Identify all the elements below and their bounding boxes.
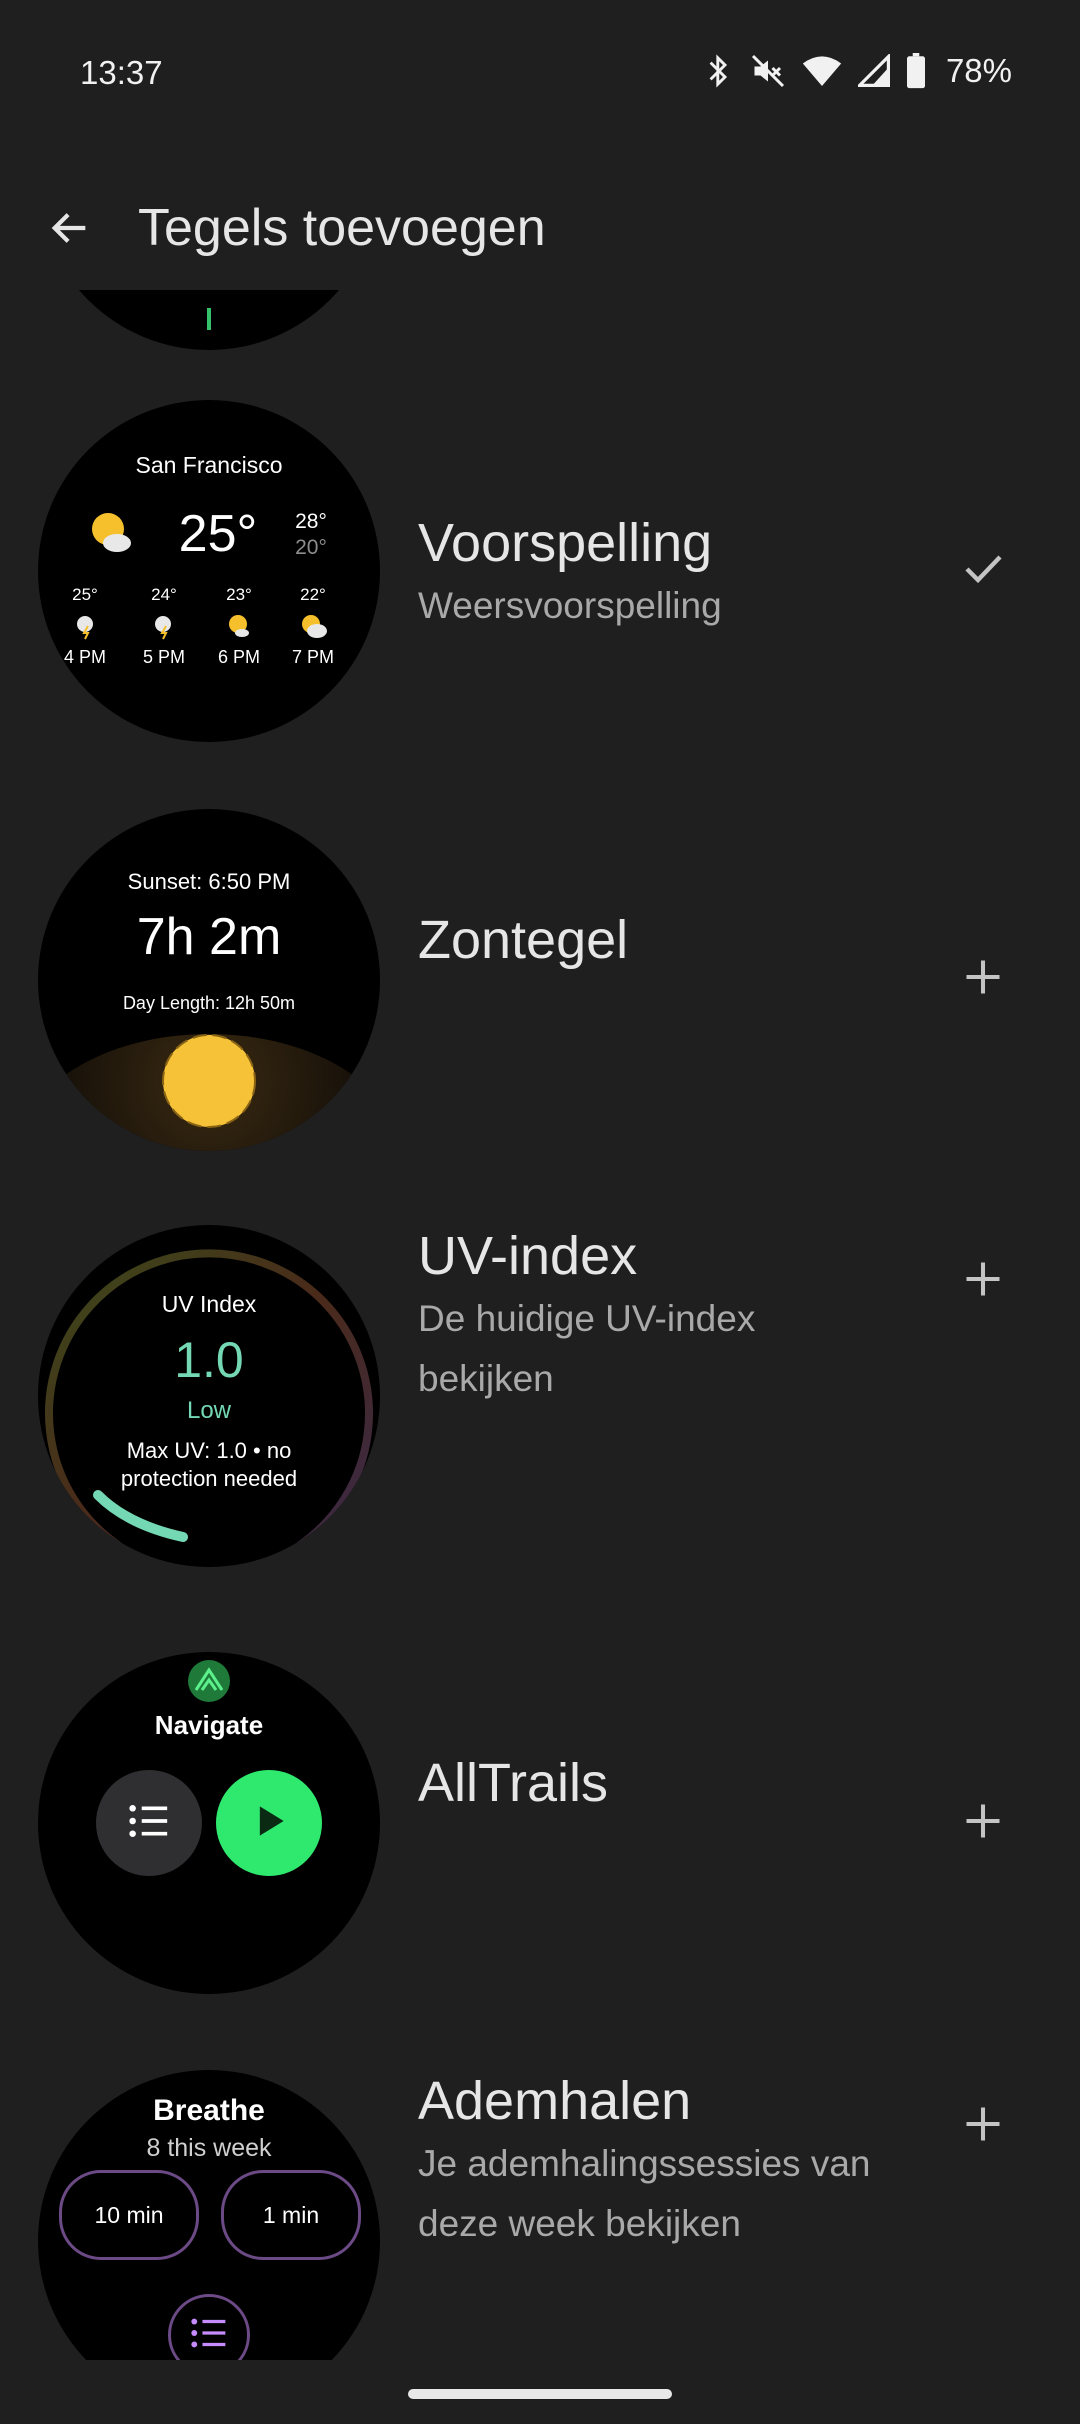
hour-time: 4 PM: [63, 647, 106, 667]
add-tile-button[interactable]: [950, 2093, 1016, 2159]
app-bar: Tegels toevoegen: [0, 180, 1080, 280]
tile-row-voorspelling[interactable]: San Francisco 25° 28° 20° 25° 4 PM 24° 5…: [0, 400, 1080, 750]
tile-subtitle: De huidige UV-index bekijken: [418, 1298, 756, 1399]
day-length: Day Length: 12h 50m: [122, 993, 296, 1013]
tile-title: Voorspelling: [418, 513, 713, 573]
mute-icon: [750, 53, 786, 89]
battery-icon: [906, 53, 926, 89]
uv-note: Max UV: 1.0 • no protection needed: [120, 1438, 298, 1491]
tile-preview-breathe: Breathe 8 this week 10 min 1 min: [38, 2070, 380, 2360]
tile-title: Ademhalen: [418, 2071, 692, 2131]
battery-percentage: 78%: [945, 52, 1012, 89]
breathe-history-button[interactable]: [168, 2294, 250, 2360]
tile-title: AllTrails: [418, 1753, 609, 1813]
plus-icon: [961, 955, 1005, 1004]
page-title: Tegels toevoegen: [138, 199, 546, 257]
sun-duration: 7h 2m: [136, 908, 282, 966]
bluetooth-icon: [704, 53, 734, 89]
thunderstorm-icon: [150, 612, 178, 645]
uv-value: 1.0: [174, 1332, 244, 1388]
thunderstorm-icon: [72, 612, 100, 645]
sunset-time: Sunset: 6:50 PM: [127, 869, 291, 894]
trail-list-button[interactable]: [96, 1770, 202, 1876]
uv-label: UV Index: [161, 1291, 257, 1317]
home-indicator[interactable]: [408, 2389, 672, 2399]
breathe-1min-button[interactable]: 1 min: [221, 2170, 361, 2260]
hour-time: 5 PM: [142, 647, 185, 667]
tile-list[interactable]: San Francisco 25° 28° 20° 25° 4 PM 24° 5…: [0, 290, 1080, 2360]
status-icons: 78%: [704, 52, 1012, 90]
previous-tile-preview: [38, 290, 380, 350]
plus-icon: [961, 2102, 1005, 2151]
add-tile-button[interactable]: [950, 946, 1016, 1012]
signal-icon: [857, 54, 890, 88]
hour-temp: 25°: [72, 585, 98, 604]
tile-text: UV-index De huidige UV-index bekijken: [418, 1225, 878, 1409]
tile-preview-alltrails: Navigate: [38, 1652, 380, 1994]
list-icon: [127, 1801, 171, 1846]
check-icon: [959, 544, 1007, 597]
tile-text: Zontegel: [418, 909, 628, 971]
hour-time: 7 PM: [291, 647, 334, 667]
weather-low: 20°: [295, 536, 327, 559]
breathe-count: 8 this week: [146, 2134, 272, 2162]
start-navigation-button[interactable]: [216, 1770, 322, 1876]
uv-gauge-ring: [45, 1249, 373, 1549]
breathe-10min-button[interactable]: 10 min: [59, 2170, 199, 2260]
tile-preview-weather: San Francisco 25° 28° 20° 25° 4 PM 24° 5…: [38, 400, 380, 742]
hour-temp: 24°: [151, 585, 177, 604]
add-tile-button[interactable]: [950, 1248, 1016, 1314]
tile-subtitle: Je ademhalingssessies van deze week beki…: [418, 2143, 871, 2244]
tile-text: Ademhalen Je ademhalingssessies van deze…: [418, 2070, 878, 2254]
status-time: 13:37: [80, 54, 163, 91]
tile-row-zontegel[interactable]: Sunset: 6:50 PM 7h 2m Day Length: 12h 50…: [0, 809, 1080, 1159]
sun-cloud-icon: [88, 510, 134, 561]
weather-temp: 25°: [178, 505, 258, 563]
sun-icon: [159, 1031, 259, 1136]
add-tile-button[interactable]: [950, 1790, 1016, 1856]
moon-cloud-icon: [299, 612, 329, 645]
hour-time: 6 PM: [217, 647, 260, 667]
tile-text: Voorspelling Weersvoorspelling: [418, 512, 878, 636]
tile-row-ademhalen[interactable]: Breathe 8 this week 10 min 1 min Ademhal…: [0, 2070, 1080, 2360]
plus-icon: [961, 1257, 1005, 1306]
hour-temp: 23°: [226, 585, 252, 604]
weather-high: 28°: [295, 510, 327, 533]
wifi-icon: [802, 54, 842, 88]
tile-title: Zontegel: [418, 910, 629, 970]
tile-subtitle: Weersvoorspelling: [418, 585, 722, 626]
tile-title: UV-index: [418, 1226, 638, 1286]
arrow-back-icon: [47, 205, 93, 256]
alltrails-logo-icon: [186, 1658, 232, 1709]
tile-row-uv-index[interactable]: UV Index 1.0 Low Max UV: 1.0 • no protec…: [0, 1225, 1080, 1575]
hour-temp: 22°: [300, 585, 326, 604]
tile-preview-uv: UV Index 1.0 Low Max UV: 1.0 • no protec…: [38, 1225, 380, 1567]
tile-preview-sun: Sunset: 6:50 PM 7h 2m Day Length: 12h 50…: [38, 809, 380, 1151]
weather-city: San Francisco: [135, 452, 283, 478]
breathe-label: Breathe: [153, 2094, 265, 2127]
list-icon: [189, 2315, 229, 2356]
partly-sunny-icon: [225, 612, 253, 645]
navigate-label: Navigate: [154, 1710, 264, 1740]
added-check-button[interactable]: [950, 537, 1016, 603]
tile-row-alltrails[interactable]: Navigate AllTrails: [0, 1652, 1080, 2002]
uv-level: Low: [186, 1397, 232, 1424]
play-icon: [247, 1799, 291, 1848]
plus-icon: [961, 1799, 1005, 1848]
back-button[interactable]: [40, 200, 100, 260]
status-bar: 13:37 78%: [0, 0, 1080, 150]
tile-text: AllTrails: [418, 1752, 608, 1814]
